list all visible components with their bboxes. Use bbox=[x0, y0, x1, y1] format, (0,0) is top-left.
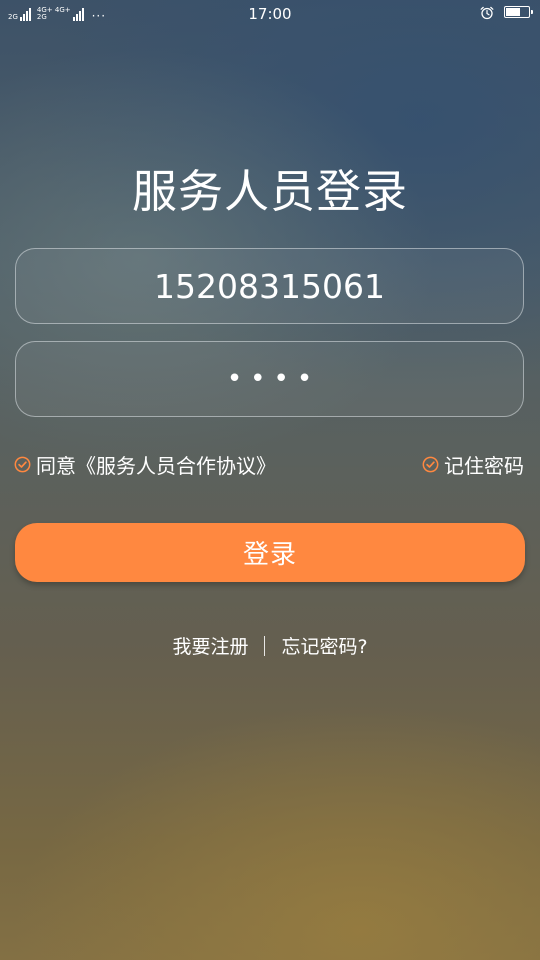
alarm-clock-icon bbox=[480, 5, 494, 20]
remember-password-label[interactable]: 记住密码 bbox=[444, 450, 524, 479]
auth-links: 我要注册 忘记密码? bbox=[0, 632, 540, 659]
circle-check-icon[interactable] bbox=[14, 456, 31, 473]
page-title: 服务人员登录 bbox=[131, 165, 408, 218]
password-field[interactable] bbox=[15, 341, 524, 417]
login-button[interactable]: 登录 bbox=[15, 523, 525, 582]
status-time: 17:00 bbox=[248, 5, 292, 23]
battery-icon bbox=[504, 6, 533, 18]
link-divider bbox=[264, 635, 266, 656]
phone-field[interactable] bbox=[15, 248, 524, 324]
password-input[interactable] bbox=[16, 342, 523, 416]
phone-input[interactable] bbox=[16, 249, 523, 323]
agree-terms-checkbox[interactable]: 同意《服务人员合作协议》 bbox=[14, 450, 276, 479]
battery-level bbox=[506, 8, 520, 16]
forgot-password-link[interactable]: 忘记密码? bbox=[281, 632, 367, 659]
circle-check-icon[interactable] bbox=[422, 456, 439, 473]
remember-password-checkbox[interactable]: 记住密码 bbox=[422, 450, 524, 479]
status-bar: 2G 4G+ 4G+ 2G ··· 17:00 bbox=[0, 0, 540, 30]
agree-terms-label[interactable]: 同意《服务人员合作协议》 bbox=[36, 450, 276, 479]
status-bar-right bbox=[480, 5, 533, 20]
register-link[interactable]: 我要注册 bbox=[172, 632, 248, 659]
